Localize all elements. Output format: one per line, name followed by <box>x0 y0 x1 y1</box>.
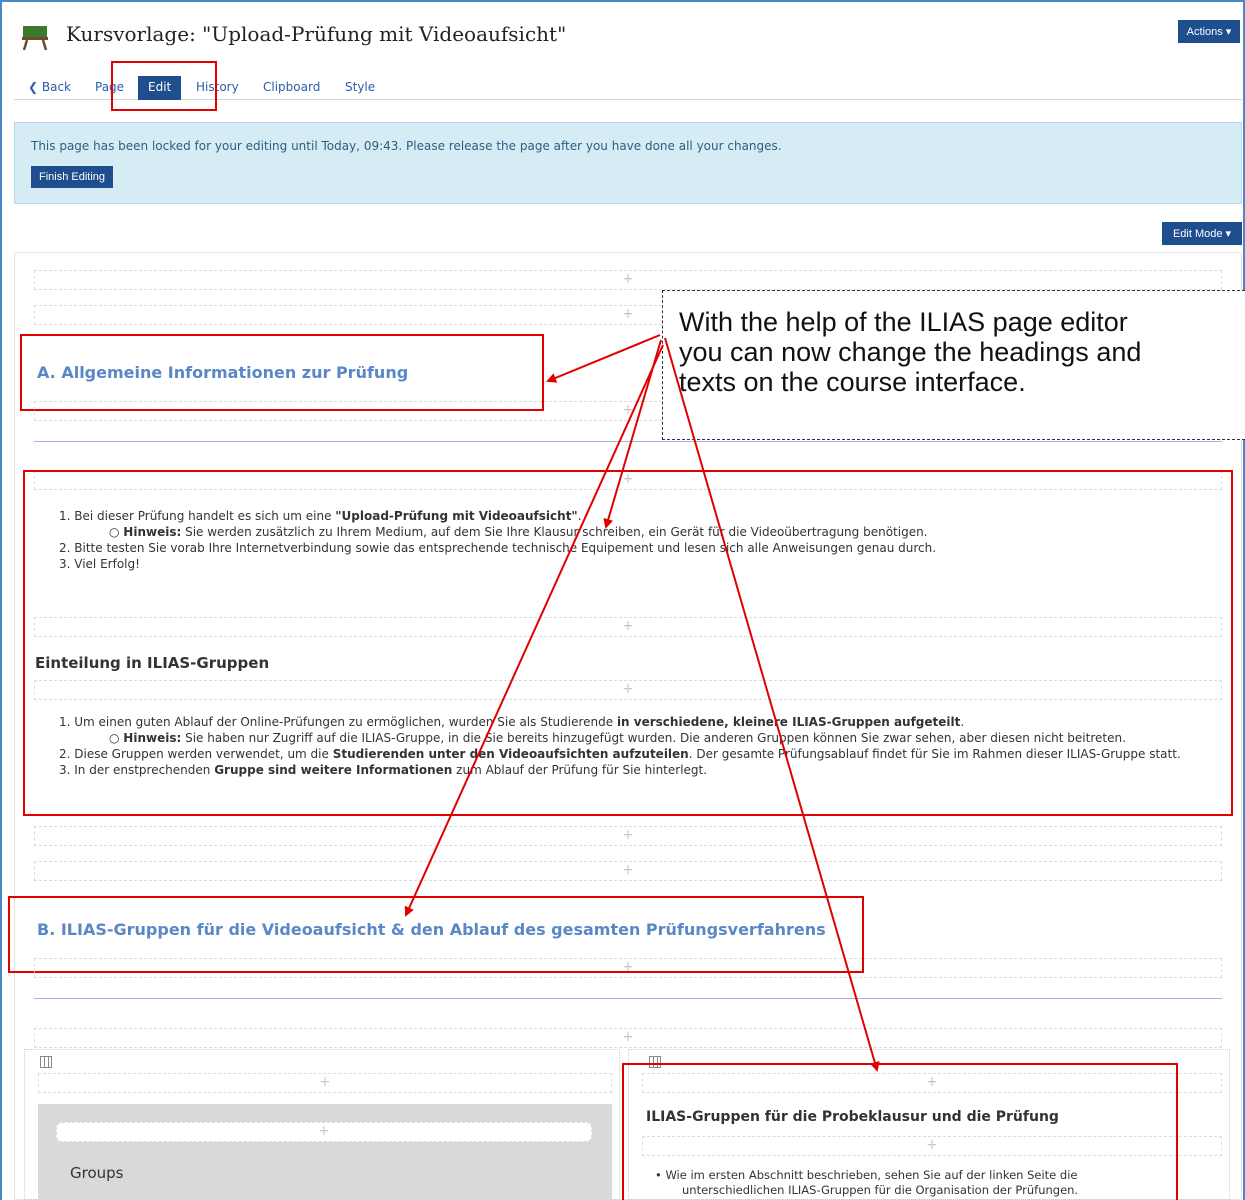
annotation-arrows <box>404 334 880 1072</box>
arrow-to-heading-a <box>546 334 661 383</box>
arrow-to-heading-b <box>404 344 664 917</box>
arrow-to-right-column <box>664 337 880 1072</box>
